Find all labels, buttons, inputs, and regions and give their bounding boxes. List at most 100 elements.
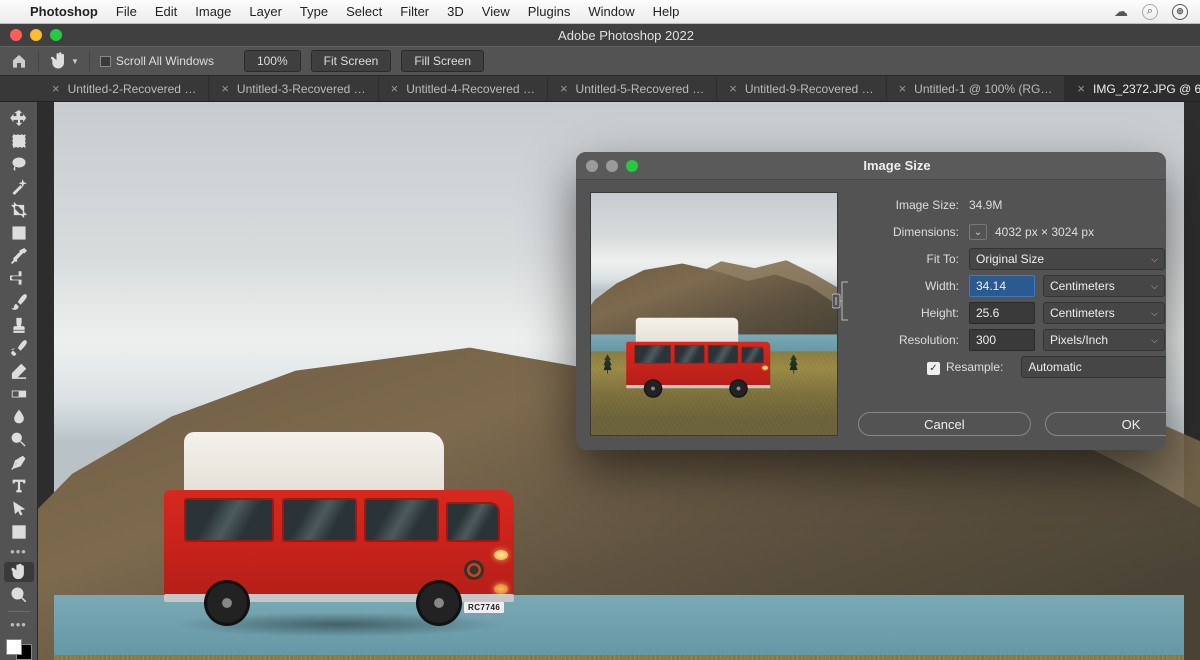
document-tab[interactable]: ×IMG_2372.JPG @ 60% (RGB/8*) (1065, 76, 1200, 101)
zoom-tool[interactable] (4, 585, 34, 605)
tab-label: Untitled-2-Recovered … (68, 82, 197, 96)
document-tab[interactable]: × Untitled-4-Recovered … (379, 76, 548, 101)
close-tab-icon[interactable]: × (1077, 81, 1085, 96)
dialog-close-icon[interactable] (586, 160, 598, 172)
color-swatches[interactable] (6, 639, 32, 660)
lasso-tool[interactable] (4, 154, 34, 174)
fit-to-label: Fit To: (854, 252, 969, 266)
close-tab-icon[interactable]: × (560, 81, 568, 96)
toolbox-more-icon[interactable]: ••• (10, 545, 27, 559)
window-title: Adobe Photoshop 2022 (62, 28, 1190, 43)
document-tab[interactable]: × Untitled-3-Recovered … (209, 76, 378, 101)
menu-3d[interactable]: 3D (447, 4, 464, 19)
cc-icon[interactable]: ⊚ (1172, 4, 1188, 20)
resolution-unit-select[interactable]: Pixels/Inch⌵ (1043, 329, 1165, 351)
search-icon[interactable]: ⌕ (1142, 4, 1158, 20)
eyedropper-tool[interactable] (4, 246, 34, 266)
fit-to-select[interactable]: Original Size⌵ (969, 248, 1165, 270)
menu-file[interactable]: File (116, 4, 137, 19)
path-select-tool[interactable] (4, 499, 34, 519)
photoshop-window: Adobe Photoshop 2022 ▼ Scroll All Window… (0, 24, 1200, 660)
menu-edit[interactable]: Edit (155, 4, 177, 19)
cloud-icon[interactable]: ☁ (1114, 3, 1128, 20)
document-tab[interactable]: × Untitled-2-Recovered … (40, 76, 209, 101)
close-tab-icon[interactable]: × (52, 81, 60, 96)
height-label: Height: (854, 306, 969, 320)
ok-button[interactable]: OK (1045, 412, 1166, 436)
menu-window[interactable]: Window (588, 4, 634, 19)
home-icon[interactable] (10, 53, 28, 69)
dialog-zoom-icon[interactable] (626, 160, 638, 172)
document-tab[interactable]: ×Untitled-9-Recovered … (717, 76, 886, 101)
resolution-label: Resolution: (854, 333, 969, 347)
menu-layer[interactable]: Layer (249, 4, 282, 19)
close-tab-icon[interactable]: × (899, 81, 907, 96)
menu-plugins[interactable]: Plugins (528, 4, 571, 19)
document-tabs: × Untitled-2-Recovered … × Untitled-3-Recov… (0, 76, 1200, 102)
brush-tool[interactable] (4, 292, 34, 312)
zoom-window-icon[interactable] (50, 29, 62, 41)
separator (38, 51, 39, 71)
stamp-tool[interactable] (4, 315, 34, 335)
menu-filter[interactable]: Filter (400, 4, 429, 19)
resolution-input[interactable] (969, 329, 1035, 351)
width-input[interactable] (969, 275, 1035, 297)
license-plate: RC7746 (464, 602, 504, 613)
heal-tool[interactable] (4, 269, 34, 289)
menu-type[interactable]: Type (300, 4, 328, 19)
blur-tool[interactable] (4, 407, 34, 427)
cancel-button[interactable]: Cancel (858, 412, 1031, 436)
menu-help[interactable]: Help (653, 4, 680, 19)
toolbox-edit-icon[interactable]: ••• (10, 618, 27, 632)
close-window-icon[interactable] (10, 29, 22, 41)
document-tab[interactable]: ×Untitled-1 @ 100% (RG… (887, 76, 1066, 101)
foreground-swatch[interactable] (6, 639, 22, 655)
tab-label: Untitled-5-Recovered … (576, 82, 705, 96)
move-tool[interactable] (4, 108, 34, 128)
dialog-form: Image Size: 34.9M ✲. Dimensions: 4032 px… (842, 192, 1166, 436)
dialog-titlebar[interactable]: Image Size (576, 152, 1166, 180)
menu-view[interactable]: View (482, 4, 510, 19)
dimensions-value: 4032 px × 3024 px (995, 225, 1094, 239)
menu-select[interactable]: Select (346, 4, 382, 19)
pen-tool[interactable] (4, 453, 34, 473)
tab-label: Untitled-4-Recovered … (406, 82, 535, 96)
fill-screen-button[interactable]: Fill Screen (401, 50, 484, 72)
width-unit-select[interactable]: Centimeters⌵ (1043, 275, 1165, 297)
close-tab-icon[interactable]: × (729, 81, 737, 96)
fit-screen-button[interactable]: Fit Screen (311, 50, 392, 72)
toolbox: ••• ••• (0, 102, 38, 660)
marquee-tool[interactable] (4, 131, 34, 151)
frame-tool[interactable] (4, 223, 34, 243)
close-tab-icon[interactable]: × (391, 81, 399, 96)
history-brush-tool[interactable] (4, 338, 34, 358)
document-tab[interactable]: × Untitled-5-Recovered … (548, 76, 717, 101)
height-input[interactable] (969, 302, 1035, 324)
link-icon[interactable] (832, 276, 856, 326)
gradient-tool[interactable] (4, 384, 34, 404)
tab-label: Untitled-3-Recovered … (237, 82, 366, 96)
dimensions-unit-toggle[interactable] (969, 224, 987, 240)
eraser-tool[interactable] (4, 361, 34, 381)
close-tab-icon[interactable]: × (221, 81, 229, 96)
options-bar: ▼ Scroll All Windows 100% Fit Screen Fil… (0, 46, 1200, 76)
type-tool[interactable] (4, 476, 34, 496)
dodge-tool[interactable] (4, 430, 34, 450)
menu-app[interactable]: Photoshop (30, 4, 98, 19)
dialog-title: Image Size (638, 158, 1156, 173)
scroll-all-windows-checkbox[interactable]: Scroll All Windows (100, 54, 214, 68)
hand-tool[interactable] (4, 562, 34, 582)
crop-tool[interactable] (4, 200, 34, 220)
minimize-window-icon[interactable] (30, 29, 42, 41)
resample-select[interactable]: Automatic⌵ (1021, 356, 1166, 378)
dialog-preview[interactable] (590, 192, 838, 436)
resample-checkbox[interactable]: ✓ (927, 362, 940, 375)
menu-image[interactable]: Image (195, 4, 231, 19)
wand-tool[interactable] (4, 177, 34, 197)
zoom-100-button[interactable]: 100% (244, 50, 301, 72)
hand-tool-indicator[interactable]: ▼ (49, 51, 79, 71)
image-size-label: Image Size: (854, 198, 969, 212)
shape-tool[interactable] (4, 522, 34, 542)
image-size-dialog: Image Size (576, 152, 1166, 450)
height-unit-select[interactable]: Centimeters⌵ (1043, 302, 1165, 324)
